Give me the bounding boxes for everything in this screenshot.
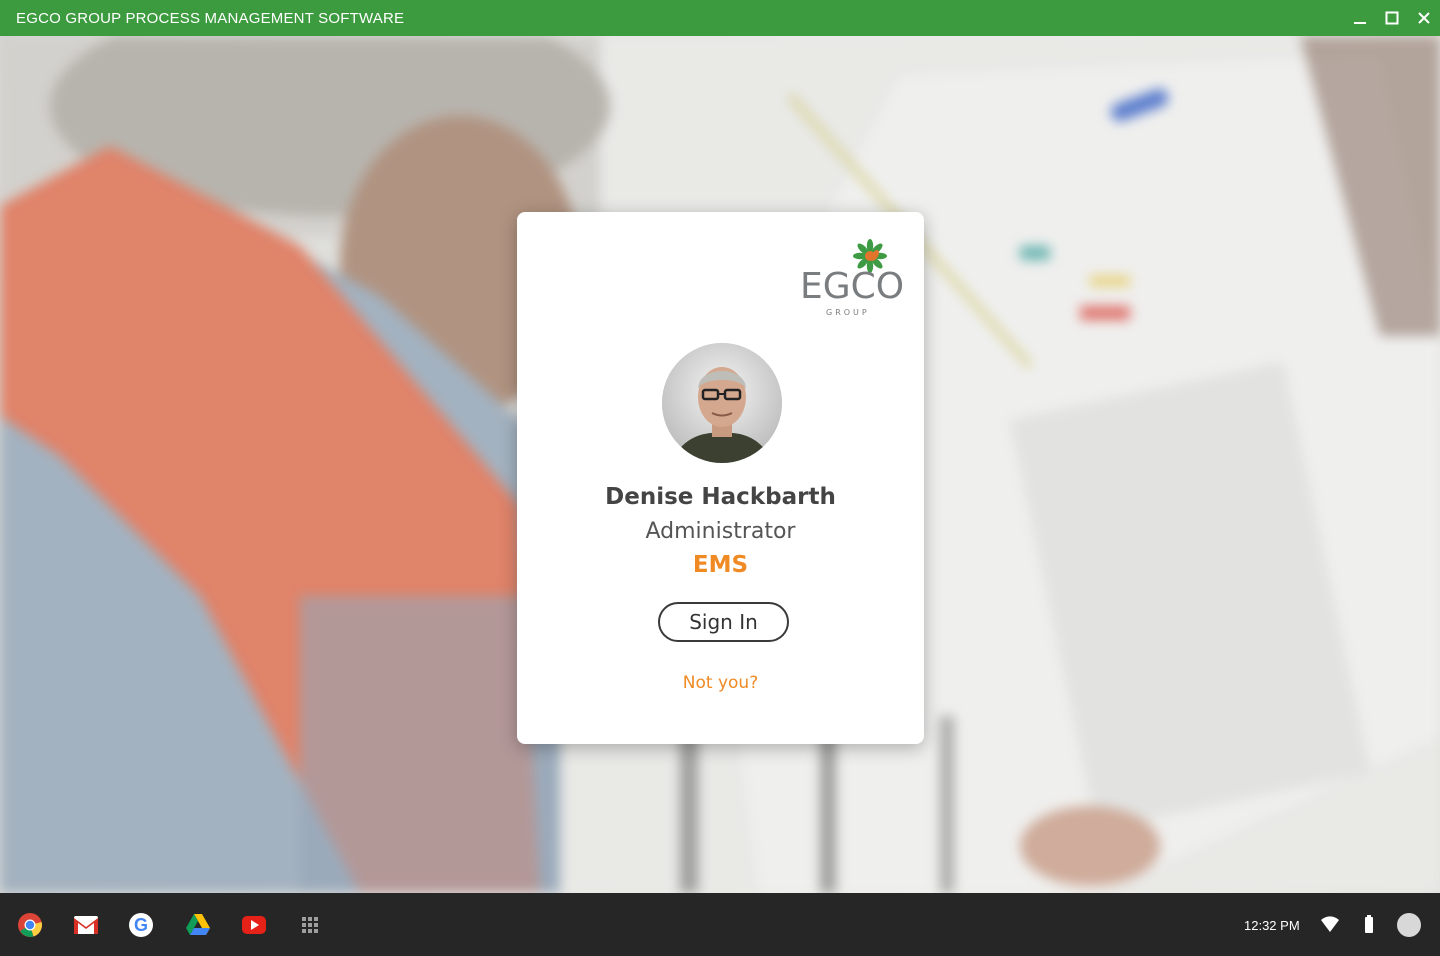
chrome-icon (18, 913, 42, 937)
battery-status[interactable] (1364, 913, 1374, 935)
maximize-button[interactable] (1376, 0, 1408, 36)
minimize-icon (1354, 22, 1366, 24)
google-icon: G (129, 913, 153, 937)
user-avatar (662, 343, 782, 463)
user-photo (662, 343, 782, 463)
window-controls (1344, 0, 1440, 36)
user-role: Administrator (645, 519, 796, 544)
youtube-icon (242, 916, 266, 934)
shelf-app-drive[interactable] (184, 911, 212, 939)
close-button[interactable] (1408, 0, 1440, 36)
logo-subtitle: GROUP (826, 308, 870, 317)
title-bar: EGCO GROUP PROCESS MANAGEMENT SOFTWARE (0, 0, 1440, 36)
system-clock[interactable]: 12:32 PM (1244, 918, 1300, 933)
account-avatar[interactable] (1396, 912, 1422, 938)
app-window: EGCO GROUP PROCESS MANAGEMENT SOFTWARE E… (0, 0, 1440, 956)
maximize-icon (1385, 11, 1399, 25)
shelf-app-youtube[interactable] (240, 911, 268, 939)
account-avatar-icon (1397, 913, 1421, 937)
user-name: Denise Hackbarth (605, 484, 836, 510)
drive-icon (186, 914, 210, 935)
sign-in-button[interactable]: Sign In (658, 602, 789, 642)
gmail-icon (74, 916, 98, 934)
shelf-app-gmail[interactable] (72, 911, 100, 939)
window-title: EGCO GROUP PROCESS MANAGEMENT SOFTWARE (16, 9, 405, 27)
taskbar: G 12:32 PM (0, 893, 1440, 956)
user-organization: EMS (692, 552, 749, 578)
shelf-app-launcher[interactable] (296, 911, 324, 939)
egco-logo: EGCO GROUP (798, 238, 904, 320)
battery-icon (1365, 915, 1373, 933)
close-icon (1418, 12, 1430, 24)
login-card: EGCO GROUP Denise Hackbarth Administrato… (517, 212, 924, 744)
shelf-app-chrome[interactable] (16, 911, 44, 939)
shelf-app-google[interactable]: G (127, 911, 155, 939)
logo-wordmark: EGCO (800, 266, 905, 307)
svg-text:G: G (134, 915, 148, 935)
minimize-button[interactable] (1344, 0, 1376, 36)
app-launcher-icon (302, 917, 318, 933)
wifi-status[interactable] (1320, 913, 1340, 935)
not-you-link[interactable]: Not you? (517, 673, 924, 693)
wifi-icon (1321, 916, 1339, 932)
